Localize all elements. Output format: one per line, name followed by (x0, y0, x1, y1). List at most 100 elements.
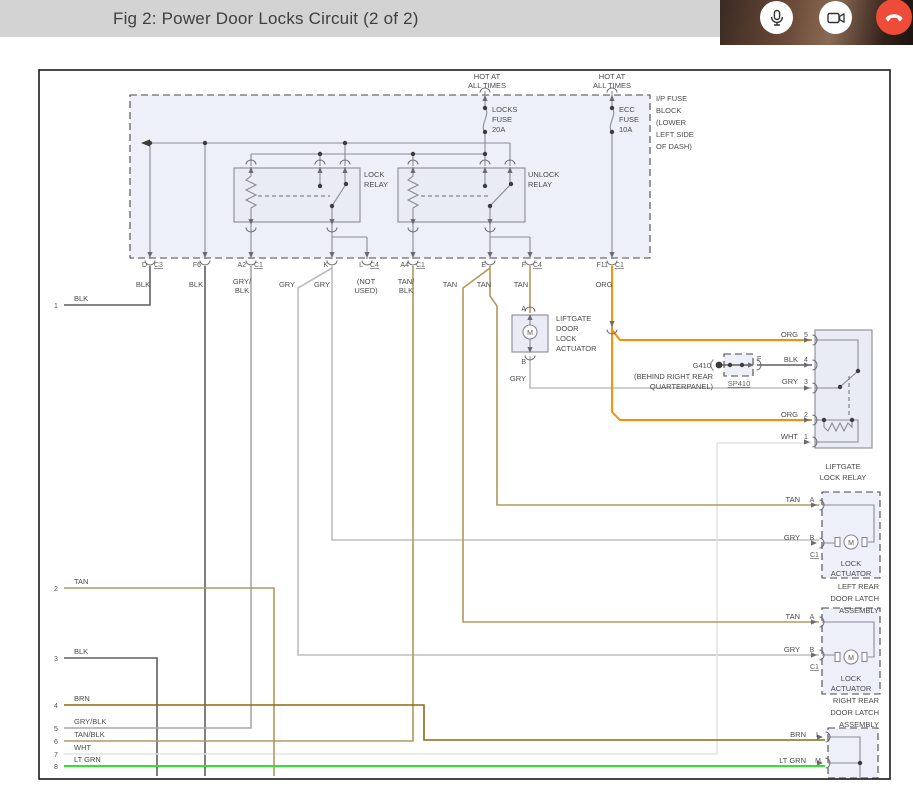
fuse-block-label: OF DASH) (656, 142, 692, 151)
liftgate-actuator-label: ACTUATOR (556, 344, 597, 353)
left-rear-motor: M (835, 535, 867, 549)
wire-label-not-used: (NOT (357, 277, 376, 286)
wire-label-gryblk: GRY/ (233, 277, 252, 286)
circuit-6-label: TAN/BLK (74, 730, 105, 739)
unlock-relay-label: UNLOCK (528, 170, 559, 179)
lock-relay-label: LOCK (364, 170, 384, 179)
ground-g410: G410 (693, 361, 711, 370)
actuator-pin-b: B (521, 359, 526, 366)
circuit-7-label: WHT (74, 743, 91, 752)
rrear-assembly-label: RIGHT REAR (833, 696, 880, 705)
bottom-pin-m: M (815, 758, 821, 765)
wire-label-tan: TAN (477, 280, 491, 289)
circuit-2-label: TAN (74, 577, 88, 586)
motor-letter: M (527, 330, 533, 337)
circuit-6-num: 6 (54, 739, 58, 746)
lrear-assembly-label: LEFT REAR (838, 582, 880, 591)
pin-f: F (522, 262, 526, 269)
rrear-actuator-label: LOCK (841, 674, 861, 683)
ecc-fuse-rating: 10A (619, 125, 632, 134)
ground-location: QUARTERPANEL) (650, 382, 714, 391)
wire-label-tanblk: TAN/ (398, 277, 415, 286)
pin-e: E (481, 262, 486, 269)
right-rear-motor: M (835, 650, 867, 664)
fuse-block-label: I/P FUSE (656, 94, 687, 103)
circuit-4-label: BRN (74, 694, 90, 703)
lrear-assembly-label: ASSEMBLY (839, 606, 879, 615)
circuit-2-num: 2 (54, 586, 58, 593)
locks-fuse-rating: 20A (492, 125, 505, 134)
hot-label: ALL TIMES (468, 81, 506, 90)
rrear-b-color: GRY (784, 645, 800, 654)
bottom-l-color: BRN (790, 730, 806, 739)
liftgate-relay-label: LOCK RELAY (820, 473, 867, 482)
wire-label-gryblk: BLK (235, 286, 249, 295)
wire-label-tan: TAN (514, 280, 528, 289)
lr-pin3: 3 (804, 379, 808, 386)
wire-label-gry: GRY (279, 280, 295, 289)
lock-relay-label: RELAY (364, 180, 388, 189)
conn-c3: C3 (154, 262, 163, 269)
pin-a2: A2 (237, 262, 246, 269)
ip-fuse-block-box (130, 95, 650, 258)
pin-a4: A4 (400, 262, 409, 269)
lrear-b-color: GRY (784, 533, 800, 542)
lr-pin5-color: ORG (781, 330, 798, 339)
screen: Fig 2: Power Door Locks Circuit (2 of 2) (0, 0, 913, 811)
circuit-4-num: 4 (54, 703, 58, 710)
hot-label: HOT AT (599, 72, 626, 81)
lr-pin2-color: ORG (781, 410, 798, 419)
wire-label-blk: BLK (136, 280, 150, 289)
rrear-pin-a: A (810, 614, 815, 621)
rrear-a-color: TAN (786, 612, 800, 621)
lr-pin4: 4 (804, 357, 808, 364)
lrear-assembly-label: DOOR LATCH (830, 594, 879, 603)
rrear-conn-c1: C1 (810, 664, 819, 671)
lrear-actuator-label: LOCK (841, 559, 861, 568)
rrear-actuator-label: ACTUATOR (831, 684, 872, 693)
circuit-1-label: BLK (74, 294, 88, 303)
circuit-8-label: LT GRN (74, 755, 101, 764)
conn-c4: C4 (370, 262, 379, 269)
liftgate-actuator-label: LIFTGATE (556, 314, 591, 323)
circuit-3-label: BLK (74, 647, 88, 656)
actuator-wire-gry: GRY (510, 374, 526, 383)
fuse-block-label: BLOCK (656, 106, 681, 115)
lr-pin3-color: GRY (782, 377, 798, 386)
actuator-pin-a: A (521, 306, 526, 313)
pin-d: D (142, 262, 147, 269)
locks-fuse-label: FUSE (492, 115, 512, 124)
lr-pin2: 2 (804, 412, 808, 419)
bottom-pin-l: L (816, 732, 820, 739)
motor-letter: M (848, 655, 854, 662)
lr-pin1-color: WHT (781, 432, 798, 441)
ground-location: (BEHIND RIGHT REAR (634, 372, 714, 381)
locks-fuse-label: LOCKS (492, 105, 517, 114)
lock-relay-box (234, 168, 360, 222)
lrear-actuator-label: ACTUATOR (831, 569, 872, 578)
pin-f6: F6 (193, 262, 201, 269)
liftgate-actuator-label: LOCK (556, 334, 576, 343)
wire-label-tanblk: BLK (399, 286, 413, 295)
liftgate-relay-label: LIFTGATE (825, 462, 860, 471)
fuse-block-label: (LOWER (656, 118, 687, 127)
pin-f11: F11 (596, 262, 608, 269)
pin-k: K (323, 262, 328, 269)
conn-c1: C1 (615, 262, 624, 269)
conn-c4: C4 (533, 262, 542, 269)
wire-label-org: ORG (595, 280, 612, 289)
unlock-relay-label: RELAY (528, 180, 552, 189)
lr-pin5: 5 (804, 332, 808, 339)
splice-pin-f: F (757, 356, 761, 363)
pin-l: L (359, 262, 363, 269)
splice-sp410: SP410 (728, 379, 751, 388)
motor-letter: M (848, 540, 854, 547)
lrear-conn-c1: C1 (810, 552, 819, 559)
circuit-1-num: 1 (54, 303, 58, 310)
circuit-3-num: 3 (54, 656, 58, 663)
fuse-block-label: LEFT SIDE (656, 130, 694, 139)
lr-pin1: 1 (804, 434, 808, 441)
lrear-pin-a: A (810, 497, 815, 504)
ecc-fuse-label: FUSE (619, 115, 639, 124)
rrear-pin-b: B (810, 647, 815, 654)
